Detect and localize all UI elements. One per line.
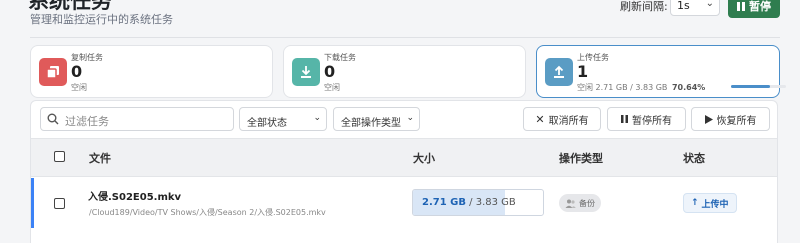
pause-icon: [621, 115, 628, 123]
chevron-down-icon: ⌄: [313, 113, 321, 123]
size-total: 3.83 GB: [475, 197, 516, 208]
arrow-up-icon: ↑: [691, 198, 699, 208]
search-icon: [47, 113, 59, 125]
resume-all-label: 恢复所有: [716, 115, 757, 127]
column-header-status[interactable]: 状态: [683, 150, 705, 166]
op-type-label: 备份: [579, 198, 595, 208]
upload-progress-percent: 70.64%: [671, 83, 706, 92]
column-header-file[interactable]: 文件: [89, 150, 111, 166]
card-status: 空闲: [324, 83, 340, 92]
filter-placeholder: 过滤任务: [65, 115, 109, 128]
resume-all-button[interactable]: 恢复所有: [691, 107, 770, 131]
upload-icon: [545, 58, 573, 86]
row-checkbox[interactable]: [54, 198, 65, 209]
refresh-interval-value: 1s: [677, 0, 690, 12]
file-path: /Cloud189/Video/TV Shows/入侵/Season 2/入侵.…: [89, 208, 326, 217]
pause-button[interactable]: 暂停: [728, 0, 780, 18]
chevron-down-icon: ⌄: [705, 0, 714, 9]
type-filter-select[interactable]: 全部操作类型 ⌄: [333, 107, 420, 131]
status-filter-value: 全部状态: [247, 118, 287, 129]
pause-button-label: 暂停: [749, 0, 771, 13]
users-icon: [565, 199, 576, 208]
cancel-all-label: 取消所有: [548, 115, 589, 127]
upload-progress-text: 2.71 GB / 3.83 GB: [595, 83, 668, 92]
status-label: 上传中: [701, 199, 729, 210]
pause-icon: [737, 1, 745, 11]
status-badge: ↑ 上传中: [683, 193, 737, 213]
upload-progress-bar: [731, 85, 786, 88]
pause-all-label: 暂停所有: [632, 115, 672, 127]
status-filter-select[interactable]: 全部状态 ⌄: [239, 107, 327, 131]
close-icon: ✕: [535, 112, 545, 126]
page-subtitle: 管理和监控运行中的系统任务: [30, 13, 173, 26]
select-all-checkbox[interactable]: [54, 151, 65, 162]
size-progress-text: 2.71 GB / 3.83 GB: [422, 197, 516, 208]
size-done: 2.71 GB: [422, 197, 466, 208]
op-type-badge: 备份: [559, 194, 601, 212]
refresh-interval-select[interactable]: 1s ⌄: [670, 0, 720, 16]
download-icon: [292, 58, 320, 86]
upload-tasks-card[interactable]: 上传任务 1 空闲 2.71 GB / 3.83 GB 70.64%: [536, 45, 786, 98]
copy-tasks-card[interactable]: 复制任务 0 空闲: [30, 45, 273, 98]
file-name: 入侵.S02E05.mkv: [88, 192, 182, 203]
header-divider: [30, 37, 780, 38]
card-count: 1: [577, 62, 589, 81]
type-filter-value: 全部操作类型: [341, 118, 401, 129]
play-icon: [704, 114, 713, 124]
refresh-interval-label: 刷新间隔:: [620, 0, 668, 13]
card-status: 空闲 2.71 GB / 3.83 GB 70.64%: [577, 82, 705, 93]
table-header: [31, 138, 777, 177]
card-count: 0: [71, 62, 83, 81]
cancel-all-button[interactable]: ✕ 取消所有: [523, 107, 601, 131]
column-header-op-type[interactable]: 操作类型: [559, 150, 603, 166]
card-status-text: 空闲: [577, 83, 593, 92]
chevron-down-icon: ⌄: [406, 113, 414, 123]
card-count: 0: [324, 62, 336, 81]
card-status: 空闲: [71, 83, 87, 92]
table-row[interactable]: [31, 178, 777, 228]
filter-input[interactable]: 过滤任务: [40, 107, 234, 131]
download-tasks-card[interactable]: 下载任务 0 空闲: [283, 45, 526, 98]
copy-icon: [39, 58, 67, 86]
column-header-size[interactable]: 大小: [413, 150, 435, 166]
upload-progress-fill: [731, 85, 770, 88]
pause-all-button[interactable]: 暂停所有: [607, 107, 686, 131]
size-progress: 2.71 GB / 3.83 GB: [412, 189, 544, 216]
